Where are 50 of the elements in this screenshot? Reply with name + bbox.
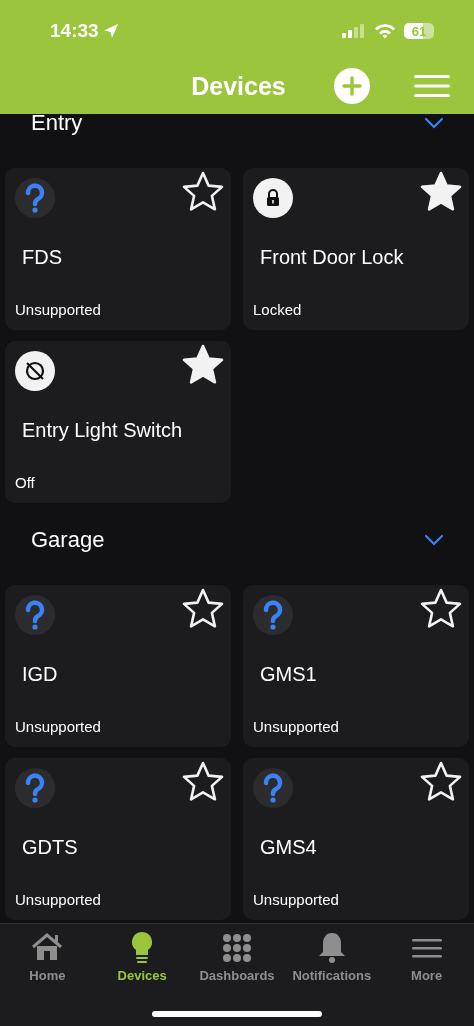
light-off-icon bbox=[15, 351, 55, 391]
device-card[interactable]: Entry Light Switch Off bbox=[5, 341, 231, 503]
device-name: Entry Light Switch bbox=[22, 419, 184, 442]
tab-item[interactable]: Dashboards bbox=[189, 930, 285, 983]
question-icon bbox=[15, 768, 55, 808]
page-title: Devices bbox=[191, 71, 286, 101]
device-name: GMS4 bbox=[260, 836, 318, 859]
star-outline-icon[interactable] bbox=[181, 587, 225, 631]
question-icon bbox=[253, 768, 293, 808]
device-name: IGD bbox=[22, 663, 59, 686]
device-name: FDS bbox=[22, 246, 63, 269]
device-status: Unsupported bbox=[253, 718, 339, 735]
device-status: Unsupported bbox=[253, 891, 339, 908]
tab-item[interactable]: Notifications bbox=[284, 930, 380, 983]
star-outline-icon[interactable] bbox=[181, 170, 225, 214]
device-card[interactable]: GMS1 Unsupported bbox=[243, 585, 469, 747]
device-status: Unsupported bbox=[15, 891, 101, 908]
device-status: Locked bbox=[253, 301, 302, 318]
device-card[interactable]: FDS Unsupported bbox=[5, 168, 231, 330]
device-card[interactable]: GMS4 Unsupported bbox=[243, 758, 469, 920]
device-card[interactable]: GDTS Unsupported bbox=[5, 758, 231, 920]
lock-icon bbox=[253, 178, 293, 218]
device-name: GDTS bbox=[22, 836, 79, 859]
device-card[interactable]: Front Door Lock Locked bbox=[243, 168, 469, 330]
section-title: Garage bbox=[31, 527, 106, 553]
status-time: 14:33 bbox=[50, 20, 99, 42]
tab-item[interactable]: Home bbox=[0, 930, 95, 983]
filled-star-icon[interactable] bbox=[181, 343, 225, 387]
signal-icon bbox=[340, 23, 366, 39]
chevron-down-icon[interactable] bbox=[424, 117, 444, 129]
device-name: GMS1 bbox=[260, 663, 318, 686]
filled-star-icon[interactable] bbox=[419, 170, 463, 214]
question-icon bbox=[253, 595, 293, 635]
section-title: Entry bbox=[31, 110, 84, 136]
device-card[interactable]: IGD Unsupported bbox=[5, 585, 231, 747]
star-outline-icon[interactable] bbox=[181, 760, 225, 804]
question-icon bbox=[15, 595, 55, 635]
wifi-icon bbox=[374, 23, 396, 39]
device-status: Unsupported bbox=[15, 718, 101, 735]
device-status: Off bbox=[15, 474, 35, 491]
question-icon bbox=[15, 178, 55, 218]
location-arrow-icon bbox=[102, 23, 119, 39]
chevron-down-icon[interactable] bbox=[424, 534, 444, 546]
star-outline-icon[interactable] bbox=[419, 587, 463, 631]
device-name: Front Door Lock bbox=[260, 246, 405, 269]
tab-item[interactable]: More bbox=[379, 930, 474, 983]
star-outline-icon[interactable] bbox=[419, 760, 463, 804]
device-status: Unsupported bbox=[15, 301, 101, 318]
tab-item[interactable]: Devices bbox=[94, 930, 190, 983]
battery-indicator: 61 bbox=[404, 23, 434, 39]
